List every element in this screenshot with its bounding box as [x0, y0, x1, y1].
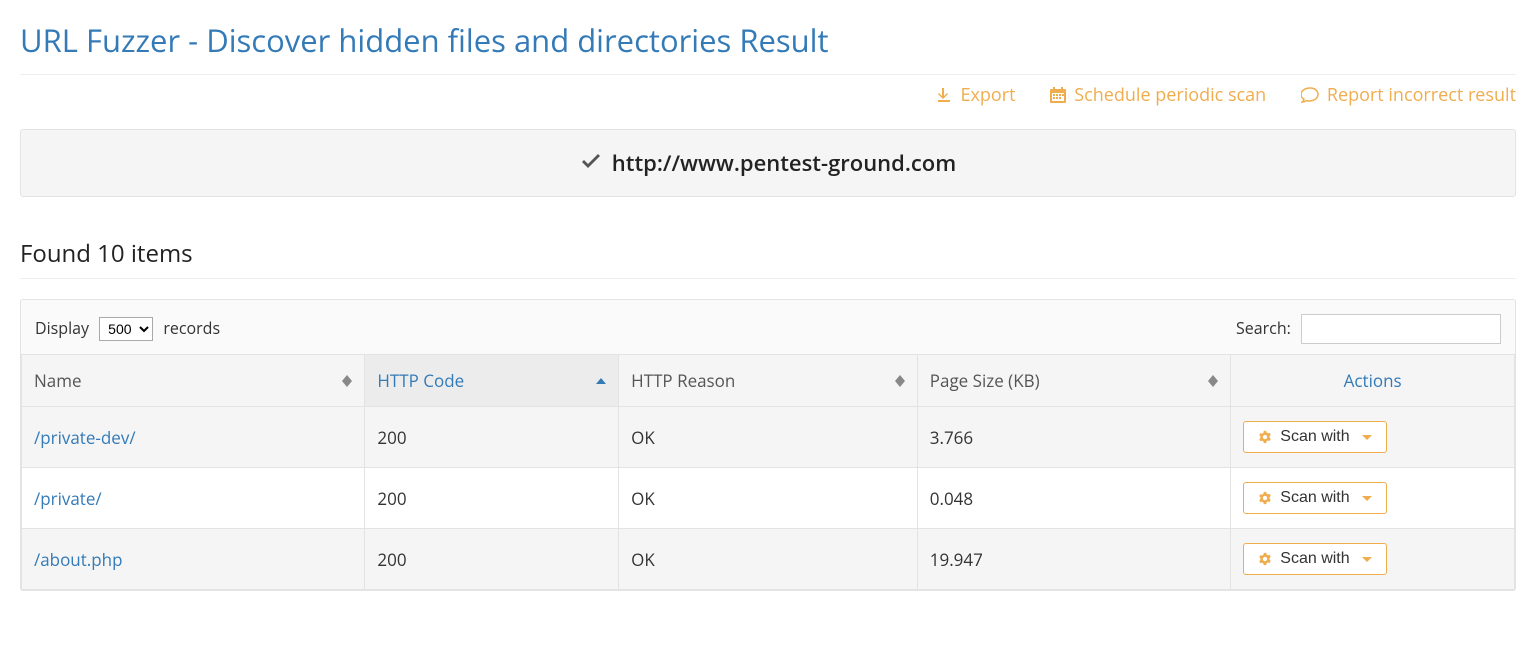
- target-url: http://www.pentest-ground.com: [612, 148, 956, 178]
- sort-asc-icon: [596, 378, 606, 384]
- scan-with-label: Scan with: [1280, 550, 1349, 568]
- cell-http-reason: OK: [619, 468, 918, 529]
- schedule-label: Schedule periodic scan: [1074, 83, 1266, 107]
- table-row: /about.php 200OK19.947 Scan with: [22, 529, 1515, 590]
- display-records-control: Display 500 records: [35, 317, 220, 341]
- table-row: /private/200OK0.048 Scan with: [22, 468, 1515, 529]
- download-icon: [936, 87, 952, 103]
- col-http-code-label: HTTP Code: [377, 369, 464, 392]
- col-name[interactable]: Name: [22, 355, 365, 407]
- table-controls: Display 500 records Search:: [21, 300, 1515, 354]
- cell-http-code: 200: [365, 468, 619, 529]
- page-title: URL Fuzzer - Discover hidden files and d…: [20, 20, 1516, 62]
- comment-icon: [1301, 87, 1319, 103]
- schedule-link[interactable]: Schedule periodic scan: [1050, 83, 1266, 107]
- search-label: Search:: [1236, 317, 1291, 339]
- cell-page-size: 19.947: [917, 529, 1231, 590]
- caret-down-icon: [1362, 496, 1372, 501]
- calendar-icon: [1050, 87, 1066, 103]
- caret-down-icon: [1362, 557, 1372, 562]
- scan-with-label: Scan with: [1280, 489, 1349, 507]
- scan-with-button[interactable]: Scan with: [1243, 543, 1386, 575]
- caret-down-icon: [1362, 435, 1372, 440]
- scan-with-button[interactable]: Scan with: [1243, 482, 1386, 514]
- divider: [20, 278, 1516, 279]
- gear-icon: [1258, 552, 1272, 566]
- col-page-size-label: Page Size (KB): [930, 369, 1040, 392]
- gear-icon: [1258, 491, 1272, 505]
- results-table: Name HTTP Code HTTP Reason: [21, 354, 1515, 590]
- cell-page-size: 0.048: [917, 468, 1231, 529]
- col-http-reason-label: HTTP Reason: [631, 369, 735, 392]
- sort-icon: [1208, 375, 1218, 387]
- cell-http-reason: OK: [619, 407, 918, 468]
- export-label: Export: [960, 83, 1015, 107]
- result-name-link[interactable]: /private-dev/: [34, 426, 136, 449]
- report-label: Report incorrect result: [1327, 83, 1516, 107]
- col-http-reason[interactable]: HTTP Reason: [619, 355, 918, 407]
- sort-icon: [342, 375, 352, 387]
- table-row: /private-dev/200OK3.766 Scan with: [22, 407, 1515, 468]
- found-items-title: Found 10 items: [20, 237, 1516, 270]
- col-actions: Actions: [1231, 355, 1515, 407]
- top-actions-bar: Export Schedule periodic scan Report inc…: [20, 83, 1516, 109]
- col-http-code[interactable]: HTTP Code: [365, 355, 619, 407]
- cell-http-code: 200: [365, 407, 619, 468]
- search-input[interactable]: [1301, 314, 1501, 344]
- cell-http-code: 200: [365, 529, 619, 590]
- results-table-container: Display 500 records Search: Name: [20, 299, 1516, 591]
- export-link[interactable]: Export: [936, 83, 1015, 107]
- target-box: http://www.pentest-ground.com: [20, 129, 1516, 197]
- col-name-label: Name: [34, 369, 82, 392]
- result-name-link[interactable]: /about.php: [34, 548, 123, 571]
- scan-with-button[interactable]: Scan with: [1243, 421, 1386, 453]
- cell-page-size: 3.766: [917, 407, 1231, 468]
- report-link[interactable]: Report incorrect result: [1301, 83, 1516, 107]
- gear-icon: [1258, 430, 1272, 444]
- check-icon: [580, 153, 602, 173]
- search-control: Search:: [1236, 314, 1501, 344]
- display-suffix: records: [163, 317, 220, 339]
- divider: [20, 74, 1516, 75]
- col-page-size[interactable]: Page Size (KB): [917, 355, 1231, 407]
- scan-with-label: Scan with: [1280, 428, 1349, 446]
- display-records-select[interactable]: 500: [99, 317, 153, 341]
- result-name-link[interactable]: /private/: [34, 487, 102, 510]
- col-actions-label: Actions: [1344, 369, 1402, 392]
- cell-http-reason: OK: [619, 529, 918, 590]
- display-prefix: Display: [35, 317, 89, 339]
- sort-icon: [895, 375, 905, 387]
